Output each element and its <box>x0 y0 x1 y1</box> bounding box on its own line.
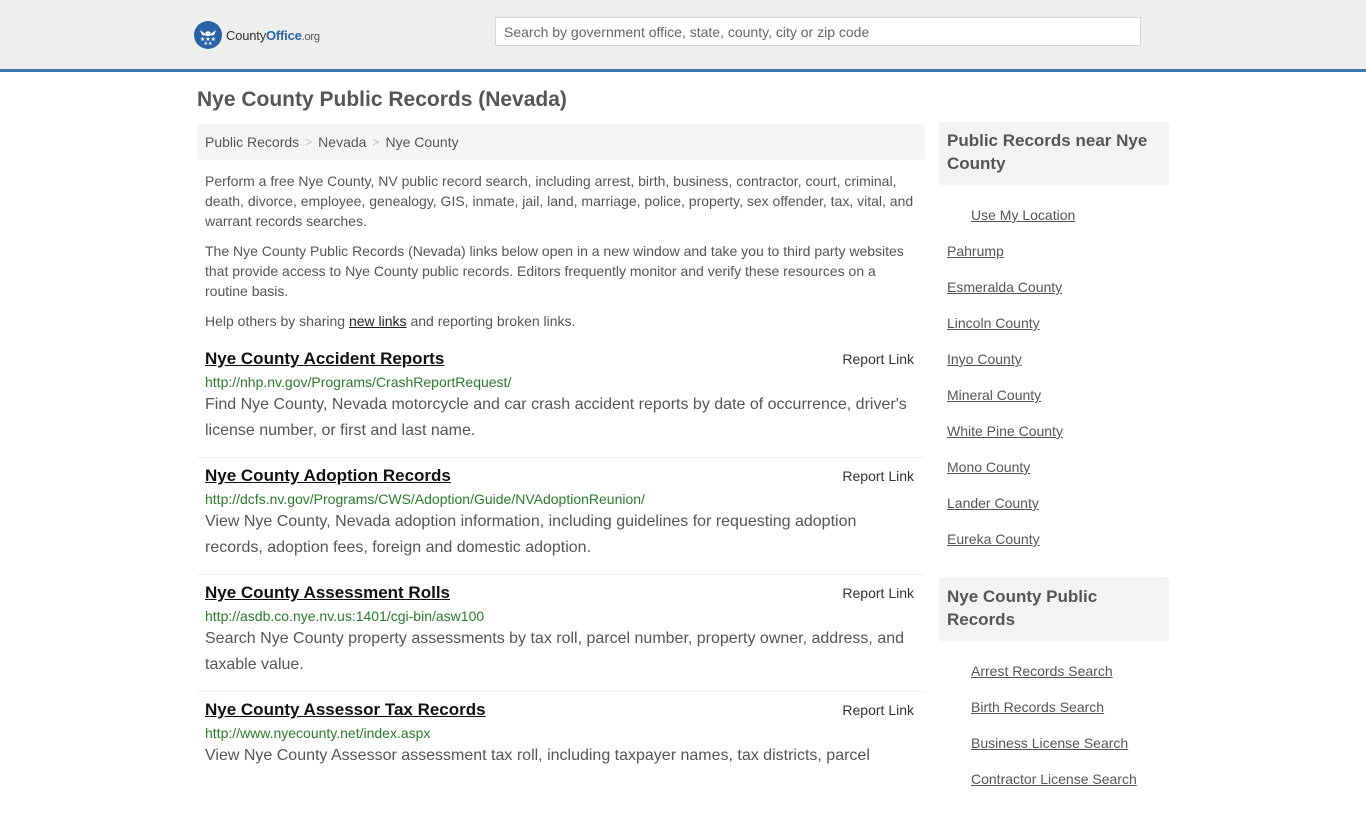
nearby-link-pahrump[interactable]: Pahrump <box>947 243 1004 259</box>
record-list: Nye County Accident Reports Report Link … <box>197 341 925 809</box>
breadcrumb-separator: > <box>305 135 313 149</box>
breadcrumb-nye-county[interactable]: Nye County <box>385 134 458 150</box>
intro-paragraph-1: Perform a free Nye County, NV public rec… <box>205 173 914 229</box>
record-url: http://dcfs.nv.gov/Programs/CWS/Adoption… <box>205 491 645 507</box>
list-item: Eureka County <box>939 521 1169 557</box>
list-item: Lincoln County <box>939 305 1169 341</box>
nearby-link-white-pine[interactable]: White Pine County <box>947 423 1063 439</box>
record-url: http://asdb.co.nye.nv.us:1401/cgi-bin/as… <box>205 608 485 624</box>
record-title-link[interactable]: Nye County Assessment Rolls <box>205 583 450 603</box>
site-logo[interactable]: ★★★ ★★ CountyOffice.org <box>194 20 320 50</box>
list-item: Contractor License Search <box>939 761 1169 797</box>
record-description: Search Nye County property assessments b… <box>205 630 905 673</box>
list-item: Pahrump <box>939 233 1169 269</box>
list-item: Lander County <box>939 485 1169 521</box>
list-item: Birth Records Search <box>939 689 1169 725</box>
record-item: Nye County Assessment Rolls Report Link … <box>197 575 925 692</box>
sidebar: Public Records near Nye County Use My Lo… <box>939 122 1169 817</box>
record-url: http://nhp.nv.gov/Programs/CrashReportRe… <box>205 374 512 390</box>
logo-wordmark: CountyOffice.org <box>226 28 320 43</box>
record-title-link[interactable]: Nye County Adoption Records <box>205 466 451 486</box>
record-item: Nye County Assessor Tax Records Report L… <box>197 692 925 809</box>
record-description: View Nye County Assessor assessment tax … <box>205 747 870 764</box>
county-records-list: Arrest Records Search Birth Records Sear… <box>939 653 1169 797</box>
record-description: Find Nye County, Nevada motorcycle and c… <box>205 396 907 439</box>
birth-records-link[interactable]: Birth Records Search <box>971 699 1104 715</box>
list-item: Inyo County <box>939 341 1169 377</box>
business-license-link[interactable]: Business License Search <box>971 735 1128 751</box>
logo-text-office: Office <box>266 27 302 43</box>
breadcrumb: Public Records > Nevada > Nye County <box>197 124 925 160</box>
county-records-heading: Nye County Public Records <box>939 577 1169 641</box>
report-link-button[interactable]: Report Link <box>842 351 914 367</box>
record-item: Nye County Adoption Records Report Link … <box>197 458 925 575</box>
list-item: Business License Search <box>939 725 1169 761</box>
logo-text-county: County <box>226 27 266 43</box>
list-item: Mineral County <box>939 377 1169 413</box>
breadcrumb-separator: > <box>372 135 380 149</box>
list-item: White Pine County <box>939 413 1169 449</box>
nearby-link-lincoln[interactable]: Lincoln County <box>947 315 1040 331</box>
report-link-button[interactable]: Report Link <box>842 702 914 718</box>
new-links-link[interactable]: new links <box>349 313 407 329</box>
intro-paragraph-2: The Nye County Public Records (Nevada) l… <box>205 243 904 299</box>
list-item: Esmeralda County <box>939 269 1169 305</box>
search-input[interactable] <box>495 17 1141 46</box>
report-link-button[interactable]: Report Link <box>842 468 914 484</box>
nearby-link-eureka[interactable]: Eureka County <box>947 531 1040 547</box>
record-item: Nye County Accident Reports Report Link … <box>197 341 925 458</box>
nearby-link-mineral[interactable]: Mineral County <box>947 387 1041 403</box>
logo-text-org: .org <box>301 30 320 43</box>
list-item: Use My Location <box>939 197 1169 233</box>
site-header: ★★★ ★★ CountyOffice.org <box>0 0 1366 72</box>
contractor-license-link[interactable]: Contractor License Search <box>971 771 1137 787</box>
arrest-records-link[interactable]: Arrest Records Search <box>971 663 1113 679</box>
nearby-link-esmeralda[interactable]: Esmeralda County <box>947 279 1062 295</box>
record-description: View Nye County, Nevada adoption informa… <box>205 513 857 556</box>
nearby-link-inyo[interactable]: Inyo County <box>947 351 1022 367</box>
report-link-button[interactable]: Report Link <box>842 585 914 601</box>
nearby-records-heading: Public Records near Nye County <box>939 122 1169 185</box>
svg-text:★★: ★★ <box>204 41 213 46</box>
intro-help-text-end: and reporting broken links. <box>406 313 576 329</box>
nearby-link-mono[interactable]: Mono County <box>947 459 1030 475</box>
record-title-link[interactable]: Nye County Assessor Tax Records <box>205 700 486 720</box>
nearby-link-lander[interactable]: Lander County <box>947 495 1039 511</box>
list-item: Mono County <box>939 449 1169 485</box>
intro-help-text: Help others by sharing <box>205 313 349 329</box>
record-title-link[interactable]: Nye County Accident Reports <box>205 349 444 369</box>
main-content: Public Records > Nevada > Nye County Per… <box>197 124 925 809</box>
nearby-records-list: Use My Location Pahrump Esmeralda County… <box>939 197 1169 557</box>
page-title: Nye County Public Records (Nevada) <box>197 88 567 111</box>
breadcrumb-public-records[interactable]: Public Records <box>205 134 299 150</box>
record-url: http://www.nyecounty.net/index.aspx <box>205 725 431 741</box>
intro-paragraph-3: Help others by sharing new links and rep… <box>197 311 925 331</box>
intro-text: Perform a free Nye County, NV public rec… <box>197 171 925 331</box>
breadcrumb-nevada[interactable]: Nevada <box>318 134 366 150</box>
eagle-stars-icon: ★★★ ★★ <box>194 21 222 49</box>
list-item: Arrest Records Search <box>939 653 1169 689</box>
use-my-location-link[interactable]: Use My Location <box>971 207 1075 223</box>
